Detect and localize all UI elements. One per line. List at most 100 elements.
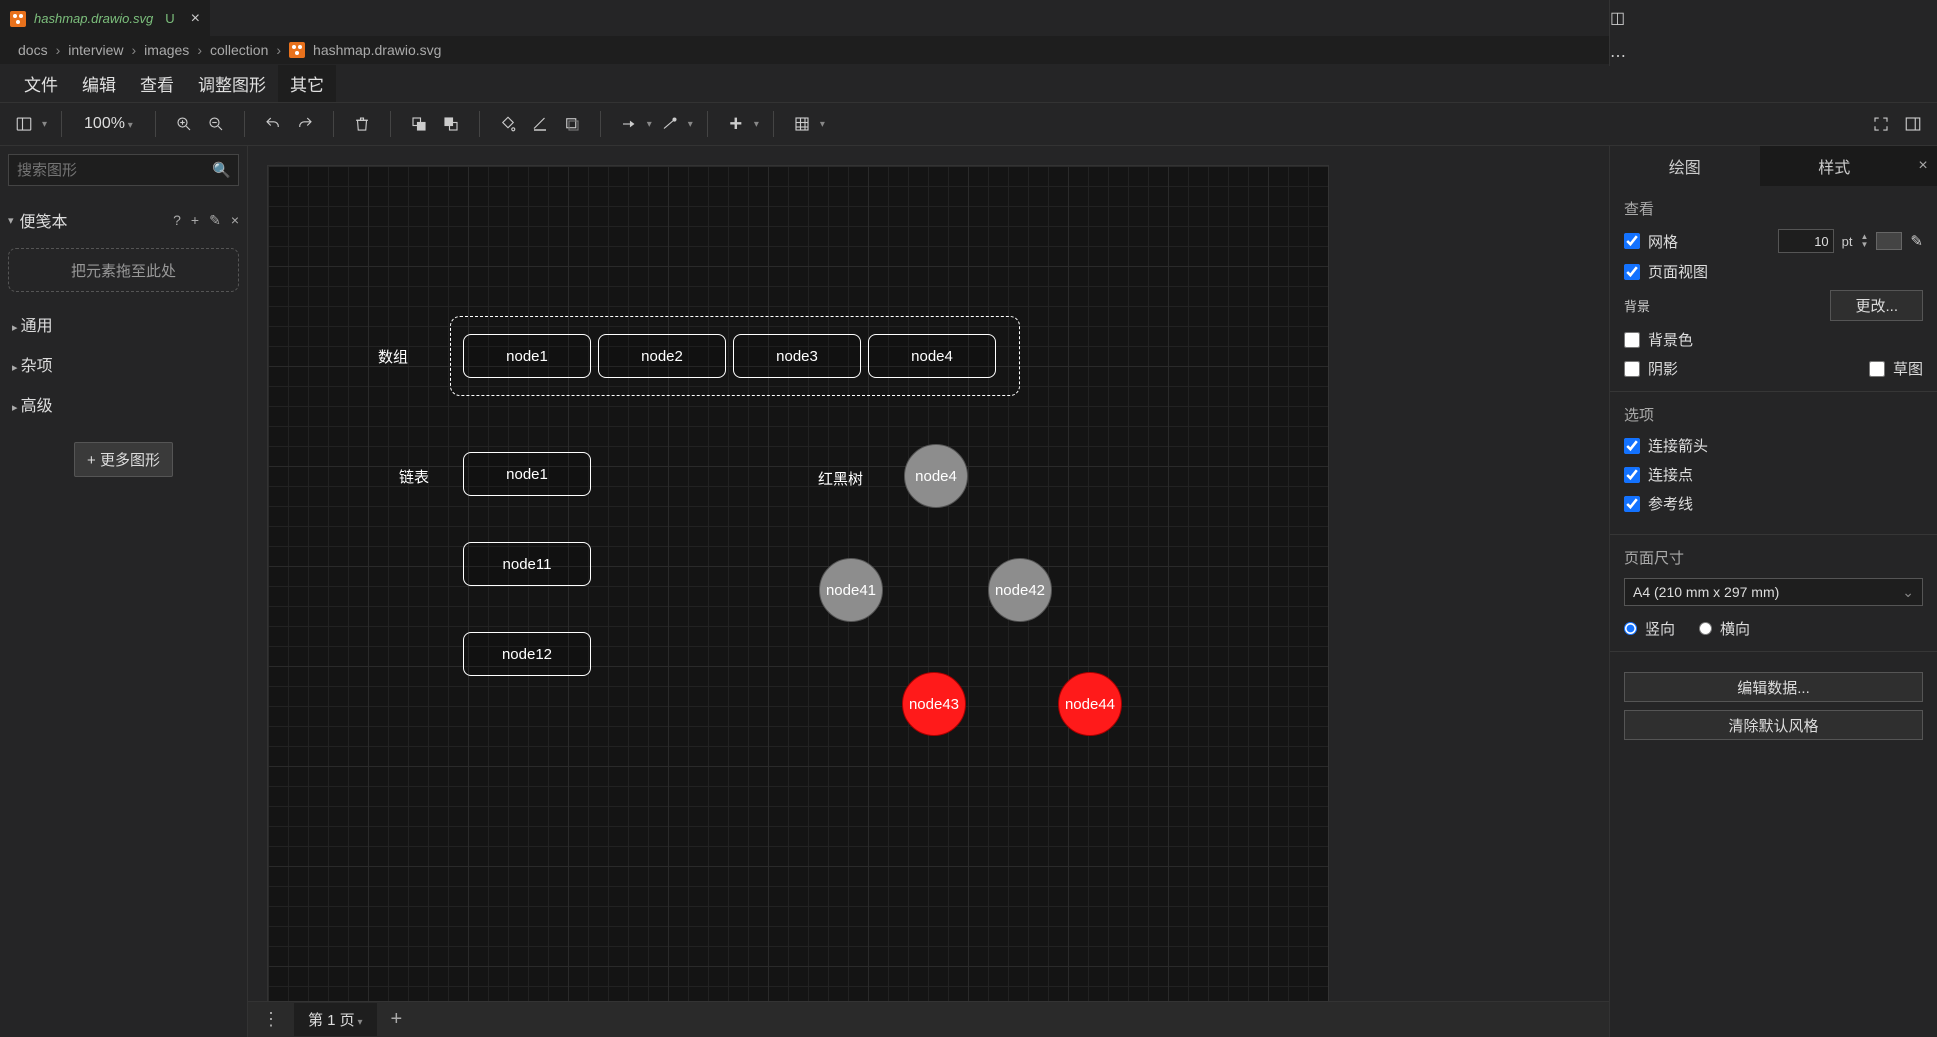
conn-arrows-label: 连接箭头: [1648, 435, 1708, 456]
split-editor-icon[interactable]: ◫: [1610, 8, 1923, 28]
array-node[interactable]: node2: [598, 334, 726, 378]
sketch-label: 草图: [1893, 358, 1923, 379]
grid-checkbox[interactable]: [1624, 233, 1640, 249]
menu-extras[interactable]: 其它: [278, 65, 336, 102]
menu-edit[interactable]: 编辑: [70, 65, 128, 102]
connection-style-button[interactable]: [615, 110, 643, 138]
fill-color-button[interactable]: [494, 110, 522, 138]
fullscreen-button[interactable]: [1867, 110, 1895, 138]
array-node[interactable]: node3: [733, 334, 861, 378]
to-front-button[interactable]: [405, 110, 433, 138]
zoom-select[interactable]: 100%: [76, 115, 141, 133]
array-node[interactable]: node1: [463, 334, 591, 378]
bgcolor-label: 背景色: [1648, 329, 1693, 350]
more-shapes-button[interactable]: + 更多图形: [74, 442, 173, 477]
section-title: 页面尺寸: [1624, 547, 1923, 568]
grid-color-swatch[interactable]: [1876, 232, 1902, 250]
toggle-sidebar-button[interactable]: [10, 110, 38, 138]
conn-arrows-checkbox[interactable]: [1624, 438, 1640, 454]
delete-button[interactable]: [348, 110, 376, 138]
tree-node[interactable]: node41: [819, 558, 883, 622]
landscape-radio[interactable]: [1699, 622, 1712, 635]
portrait-radio[interactable]: [1624, 622, 1637, 635]
shadow-button[interactable]: [558, 110, 586, 138]
format-panel-button[interactable]: [1899, 110, 1927, 138]
tree-node-red[interactable]: node44: [1058, 672, 1122, 736]
close-icon[interactable]: ×: [231, 212, 239, 229]
search-input[interactable]: [8, 154, 239, 186]
collapse-icon[interactable]: ▾: [8, 214, 14, 227]
canvas[interactable]: node1 node2 node3 node4 node1 node11 nod…: [248, 146, 1609, 1037]
category-advanced[interactable]: 高级: [8, 384, 239, 424]
edit-data-button[interactable]: 编辑数据...: [1624, 672, 1923, 702]
zoom-in-button[interactable]: [170, 110, 198, 138]
menu-arrange[interactable]: 调整图形: [186, 65, 278, 102]
undo-button[interactable]: [259, 110, 287, 138]
shadow-label: 阴影: [1648, 358, 1678, 379]
file-tab[interactable]: hashmap.drawio.svg U ×: [0, 0, 210, 36]
label-list: 链表: [399, 466, 429, 487]
edit-grid-color-icon[interactable]: ✎: [1910, 232, 1923, 250]
stepper-down[interactable]: ▼: [1861, 241, 1869, 249]
pagesize-select[interactable]: A4 (210 mm x 297 mm): [1624, 578, 1923, 606]
shapes-panel: 🔍 ▾ 便笺本 ? + ✎ × 把元素拖至此处 通用 杂项 高级 + 更多图形: [0, 146, 248, 1037]
page-tab[interactable]: 第 1 页: [294, 1003, 377, 1036]
drawio-file-icon: [289, 42, 305, 58]
landscape-label: 横向: [1720, 618, 1750, 639]
grid-label: 网格: [1648, 231, 1678, 252]
add-icon[interactable]: +: [191, 212, 199, 229]
redo-button[interactable]: [291, 110, 319, 138]
help-icon[interactable]: ?: [173, 212, 181, 229]
list-node[interactable]: node1: [463, 452, 591, 496]
scratchpad-dropzone[interactable]: 把元素拖至此处: [8, 248, 239, 292]
format-panel: 绘图 样式 × 查看 网格 pt ▲▼ ✎ 页面视图 背景 更改... 背景: [1609, 146, 1937, 1037]
crumb[interactable]: docs: [18, 42, 48, 58]
close-icon[interactable]: ×: [191, 10, 200, 28]
line-color-button[interactable]: [526, 110, 554, 138]
more-actions-icon[interactable]: ⋯: [1610, 46, 1923, 66]
crumb[interactable]: images: [144, 42, 189, 58]
tab-diagram[interactable]: 绘图: [1610, 146, 1760, 186]
pagesize-section: 页面尺寸 A4 (210 mm x 297 mm) 竖向 横向: [1610, 535, 1937, 652]
tab-style[interactable]: 样式: [1760, 146, 1910, 186]
list-node[interactable]: node12: [463, 632, 591, 676]
tab-filename: hashmap.drawio.svg: [34, 11, 153, 26]
tree-node-red[interactable]: node43: [902, 672, 966, 736]
array-node[interactable]: node4: [868, 334, 996, 378]
pageview-checkbox[interactable]: [1624, 264, 1640, 280]
add-page-button[interactable]: +: [377, 1008, 417, 1031]
search-icon[interactable]: 🔍: [212, 161, 231, 179]
pages-menu-icon[interactable]: ⋮: [248, 1009, 294, 1030]
category-general[interactable]: 通用: [8, 304, 239, 344]
shadow-checkbox[interactable]: [1624, 361, 1640, 377]
bgcolor-checkbox[interactable]: [1624, 332, 1640, 348]
crumb[interactable]: interview: [68, 42, 123, 58]
list-node[interactable]: node11: [463, 542, 591, 586]
category-misc[interactable]: 杂项: [8, 344, 239, 384]
waypoint-style-button[interactable]: [656, 110, 684, 138]
conn-points-checkbox[interactable]: [1624, 467, 1640, 483]
menu-file[interactable]: 文件: [12, 65, 70, 102]
guides-label: 参考线: [1648, 493, 1693, 514]
edit-icon[interactable]: ✎: [209, 212, 221, 229]
tree-node[interactable]: node42: [988, 558, 1052, 622]
guides-checkbox[interactable]: [1624, 496, 1640, 512]
change-background-button[interactable]: 更改...: [1830, 290, 1923, 321]
menu-view[interactable]: 查看: [128, 65, 186, 102]
table-button[interactable]: [788, 110, 816, 138]
zoom-out-button[interactable]: [202, 110, 230, 138]
close-panel-icon[interactable]: ×: [1909, 146, 1937, 186]
edges: [268, 166, 568, 316]
crumb[interactable]: hashmap.drawio.svg: [313, 42, 441, 58]
tab-modified-flag: U: [165, 11, 174, 26]
scratchpad-title: 便笺本: [20, 208, 68, 232]
tree-node[interactable]: node4: [904, 444, 968, 508]
insert-button[interactable]: +: [722, 110, 750, 138]
clear-default-style-button[interactable]: 清除默认风格: [1624, 710, 1923, 740]
grid-size-input[interactable]: [1778, 229, 1834, 253]
sketch-checkbox[interactable]: [1869, 361, 1885, 377]
to-back-button[interactable]: [437, 110, 465, 138]
crumb[interactable]: collection: [210, 42, 268, 58]
options-section: 选项 连接箭头 连接点 参考线: [1610, 392, 1937, 535]
diagram-page[interactable]: node1 node2 node3 node4 node1 node11 nod…: [268, 166, 1328, 1037]
